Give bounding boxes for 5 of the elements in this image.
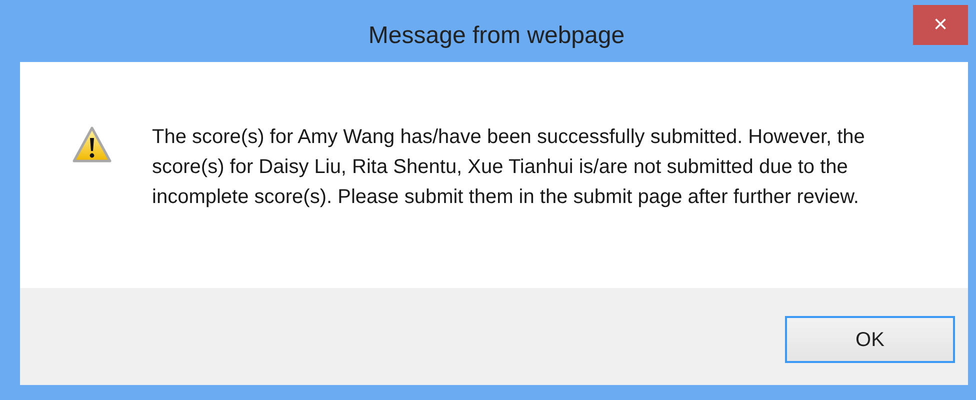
ok-button[interactable]: OK: [785, 316, 955, 363]
close-button[interactable]: ×: [913, 5, 968, 45]
message-text: The score(s) for Amy Wang has/have been successfully submitted. However, the score(s) for Daisy Liu, Rita Shentu, Xue Tianhui is/are not submitted due to the incomplete score(s). Please submit them in the submit page after further review.: [152, 125, 866, 210]
window-title: Message from webpage: [367, 21, 626, 51]
warning-icon: [72, 126, 112, 164]
